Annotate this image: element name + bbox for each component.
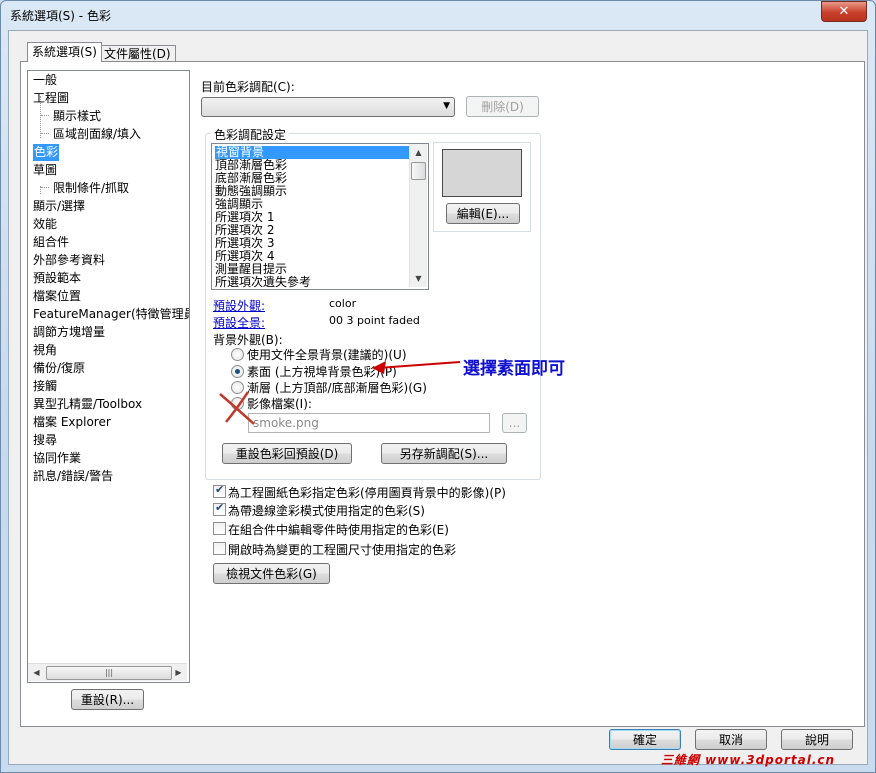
edit-color-button[interactable]: 編輯(E)... — [446, 203, 520, 224]
checkbox-label[interactable]: 為工程圖紙色彩指定色彩(停用圖頁背景中的影像)(P) — [228, 484, 506, 501]
tree-item-display-style[interactable]: 顯示樣式 — [53, 108, 101, 125]
cross-mark-icon — [225, 391, 250, 423]
close-button[interactable]: ✕ — [821, 1, 867, 22]
tree-item-external-references[interactable]: 外部參考資料 — [33, 252, 105, 269]
default-appearance-value: color — [329, 297, 357, 310]
color-settings-list[interactable]: 視窗背景 頂部漸層色彩 底部漸層色彩 動態強調顯示 強調顯示 所選項次 1 所選… — [211, 143, 429, 290]
tree-item-drawings[interactable]: 工程圖 — [33, 90, 69, 107]
tree-item-colors[interactable]: 色彩 — [33, 144, 60, 161]
scroll-right-icon[interactable]: ▶ — [170, 664, 187, 681]
tree-item-general[interactable]: 一般 — [33, 72, 57, 89]
tree-item-featuremanager[interactable]: FeatureManager(特徵管理員) — [33, 306, 189, 323]
scroll-left-icon[interactable]: ◀ — [28, 664, 45, 681]
annotation-marks — [219, 361, 461, 425]
tree-item-hatch[interactable]: 區域剖面線/填入 — [53, 126, 141, 143]
tree-item-default-templates[interactable]: 預設範本 — [33, 270, 81, 287]
tab-document-properties[interactable]: 文件屬性(D) — [99, 45, 176, 62]
help-button[interactable]: 說明 — [781, 729, 853, 750]
tree-item-search[interactable]: 搜尋 — [33, 432, 57, 449]
close-icon: ✕ — [838, 4, 850, 19]
annotation-arrow-head — [372, 361, 386, 374]
tree-item-file-explorer[interactable]: 檔案 Explorer — [33, 414, 111, 431]
view-document-colors-button[interactable]: 檢視文件色彩(G) — [213, 563, 330, 584]
default-appearance-link[interactable]: 預設外觀: — [213, 297, 265, 314]
checkbox-edit-part-in-assembly-color[interactable] — [213, 522, 226, 535]
watermark: 三維網 www.3dportal.cn — [661, 753, 836, 767]
checkbox-label[interactable]: 在組合件中編輯零件時使用指定的色彩(E) — [228, 521, 449, 538]
default-scene-link[interactable]: 預設全景: — [213, 314, 265, 331]
tree-item-spin-box-increments[interactable]: 調節方塊增量 — [33, 324, 105, 341]
tree-item-touch[interactable]: 接觸 — [33, 378, 57, 395]
scroll-thumb[interactable] — [411, 162, 426, 180]
tree-item-relations-snaps[interactable]: 限制條件/抓取 — [53, 180, 129, 197]
checkbox-label[interactable]: 為帶邊線塗彩模式使用指定的色彩(S) — [228, 502, 425, 519]
color-settings-group-title: 色彩調配設定 — [211, 126, 290, 143]
tree-connector — [41, 115, 49, 116]
scroll-up-icon[interactable]: ▲ — [410, 144, 427, 161]
checkbox-changed-dimensions-color[interactable] — [213, 542, 226, 555]
delete-button[interactable]: 刪除(D) — [466, 96, 539, 117]
annotation-arrow-line — [377, 361, 461, 369]
tree-connector — [41, 187, 49, 188]
color-preview-swatch — [442, 149, 522, 197]
reset-button[interactable]: 重設(R)... — [71, 689, 144, 710]
options-tree[interactable]: 一般 工程圖 顯示樣式 區域剖面線/填入 色彩 草圖 限制條件/抓取 顯示/選擇… — [27, 70, 190, 683]
checkbox-shaded-with-edges-color[interactable] — [213, 501, 226, 516]
scroll-down-icon[interactable]: ▼ — [410, 270, 427, 287]
checkbox-drawing-paper-color[interactable] — [213, 483, 226, 498]
ok-button[interactable]: 確定 — [609, 729, 681, 750]
save-scheme-button[interactable]: 另存新調配(S)... — [381, 443, 507, 464]
tree-item-view[interactable]: 視角 — [33, 342, 57, 359]
tree-item-assemblies[interactable]: 組合件 — [33, 234, 69, 251]
tree-item-display-selection[interactable]: 顯示/選擇 — [33, 198, 85, 215]
reset-colors-button[interactable]: 重設色彩回預設(D) — [222, 443, 352, 464]
tree-item-file-locations[interactable]: 檔案位置 — [33, 288, 81, 305]
tree-connector — [41, 133, 49, 134]
list-item[interactable]: 所選項次遺失參考 — [215, 276, 311, 289]
tree-item-messages-errors-warnings[interactable]: 訊息/錯誤/警告 — [33, 468, 113, 485]
tree-item-backup-recover[interactable]: 備份/復原 — [33, 360, 85, 377]
tab-system-options[interactable]: 系統選項(S) — [27, 42, 102, 62]
tree-item-hole-wizard-toolbox[interactable]: 異型孔精靈/Toolbox — [33, 396, 142, 413]
color-scheme-dropdown[interactable]: ▼ — [201, 97, 455, 117]
tree-item-sketch[interactable]: 草圖 — [33, 162, 57, 179]
default-scene-value: 00 3 point faded — [329, 314, 420, 327]
color-list-vertical-scrollbar[interactable]: ▲ ▼ — [409, 144, 427, 287]
chevron-down-icon: ▼ — [443, 101, 450, 111]
annotation-note: 選擇素面即可 — [463, 359, 565, 379]
checkbox-label[interactable]: 開啟時為變更的工程圖尺寸使用指定的色彩 — [228, 541, 456, 558]
color-scheme-label: 目前色彩調配(C): — [201, 80, 295, 94]
browse-button[interactable]: ... — [502, 413, 527, 433]
cancel-button[interactable]: 取消 — [695, 729, 767, 750]
tree-item-collaboration[interactable]: 協同作業 — [33, 450, 81, 467]
tree-item-performance[interactable]: 效能 — [33, 216, 57, 233]
window-title: 系統選項(S) - 色彩 — [10, 9, 111, 23]
scroll-thumb[interactable]: ||| — [46, 666, 172, 680]
tree-horizontal-scrollbar[interactable]: ◀ ||| ▶ — [28, 663, 187, 681]
